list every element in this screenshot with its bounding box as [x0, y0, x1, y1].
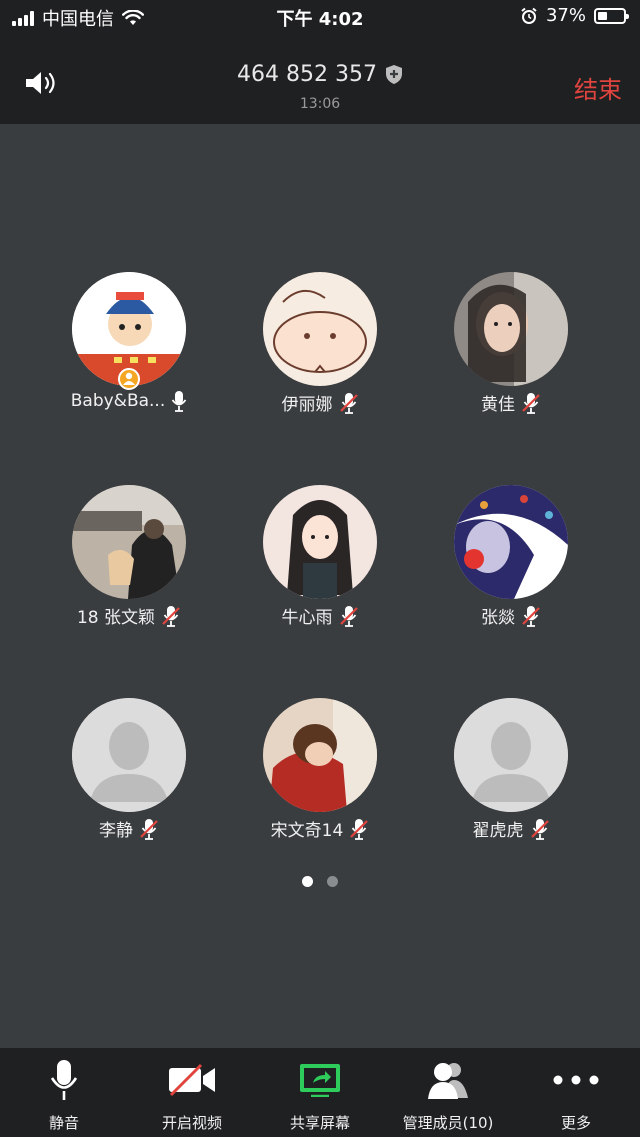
- avatar: [72, 485, 186, 599]
- more-dots-icon: [553, 1075, 599, 1085]
- avatar: [72, 272, 186, 390]
- start-video-button[interactable]: 开启视频: [128, 1058, 256, 1133]
- mic-muted-icon: [140, 818, 158, 840]
- mute-label: 静音: [48, 1114, 79, 1132]
- meeting-header: 464 852 357 13:06 结束: [0, 34, 640, 124]
- shield-icon: [385, 65, 402, 84]
- page-dot-active[interactable]: [302, 876, 313, 887]
- participant-name: 伊丽娜: [281, 395, 333, 415]
- microphone-icon: [172, 391, 187, 412]
- participant-tile[interactable]: 宋文奇14: [245, 698, 395, 841]
- participant-tile[interactable]: 18 张文颖: [54, 485, 204, 628]
- share-screen-label: 共享屏幕: [289, 1114, 350, 1132]
- end-meeting-button[interactable]: 结束: [574, 70, 622, 105]
- share-screen-icon: [300, 1064, 340, 1097]
- page-dot[interactable]: [327, 876, 338, 887]
- mic-muted-icon: [522, 392, 540, 414]
- battery-icon: [594, 7, 629, 24]
- default-avatar-icon: [72, 698, 186, 812]
- status-bar: 中国电信 下午 4:02 37%: [0, 0, 640, 34]
- mic-muted-icon: [350, 818, 369, 840]
- mic-muted-icon: [530, 818, 549, 840]
- more-label: 更多: [560, 1114, 591, 1132]
- avatar: [263, 272, 377, 386]
- alarm-icon: [521, 7, 537, 24]
- page-indicator[interactable]: [0, 876, 640, 887]
- meeting-timer: 13:06: [299, 96, 341, 112]
- avatar: [454, 698, 568, 812]
- participant-name: 18 张文颖: [76, 608, 156, 628]
- avatar: [263, 485, 377, 599]
- participant-name: 黄佳: [481, 395, 515, 415]
- meeting-id[interactable]: 464 852 357: [0, 62, 640, 87]
- participant-tile[interactable]: 李静: [54, 698, 204, 841]
- participant-name: 张燚: [481, 608, 515, 628]
- avatar: [454, 272, 568, 386]
- participant-tile[interactable]: 黄佳: [436, 272, 586, 415]
- microphone-icon: [50, 1060, 78, 1100]
- mic-muted-icon: [522, 605, 540, 627]
- participant-name: 翟虎虎: [472, 821, 524, 841]
- participant-tile[interactable]: 牛心雨: [245, 485, 395, 628]
- participant-name: 宋文奇14: [270, 821, 344, 841]
- manage-participants-label: 管理成员(10): [402, 1114, 494, 1132]
- more-button[interactable]: 更多: [512, 1058, 640, 1133]
- participant-name: 牛心雨: [281, 608, 333, 628]
- host-badge-icon: [118, 368, 140, 390]
- manage-participants-button[interactable]: 管理成员(10): [384, 1058, 512, 1133]
- participant-tile[interactable]: 张燚: [436, 485, 586, 628]
- participant-tile[interactable]: 翟虎虎: [436, 698, 586, 841]
- meeting-id-text: 464 852 357: [237, 62, 377, 87]
- participants-icon: [428, 1063, 468, 1099]
- battery-percent: 37%: [545, 5, 586, 26]
- avatar: [72, 698, 186, 812]
- mic-muted-icon: [339, 392, 358, 414]
- participant-tile[interactable]: Baby&Ba...: [54, 272, 204, 412]
- share-screen-button[interactable]: 共享屏幕: [256, 1058, 384, 1133]
- start-video-label: 开启视频: [161, 1114, 222, 1132]
- mic-muted-icon: [162, 605, 180, 627]
- mic-muted-icon: [339, 605, 358, 627]
- avatar: [263, 698, 377, 812]
- participant-name: 李静: [99, 821, 133, 841]
- participant-tile[interactable]: 伊丽娜: [245, 272, 395, 415]
- default-avatar-icon: [454, 698, 568, 812]
- meeting-toolbar: 静音 开启视频 共享屏幕 管理成员(10) 更多: [0, 1048, 640, 1137]
- mute-button[interactable]: 静音: [0, 1058, 128, 1133]
- video-off-icon: [169, 1063, 215, 1097]
- avatar: [454, 485, 568, 599]
- participant-name: Baby&Ba...: [70, 391, 166, 411]
